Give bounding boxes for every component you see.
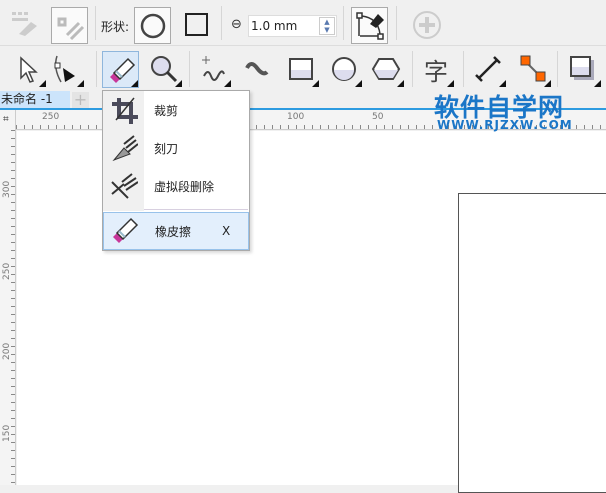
ruler-label: 100 <box>287 112 305 122</box>
thickness-spinner[interactable]: ▲ ▼ <box>319 17 335 35</box>
circle-shape-button[interactable] <box>134 7 171 44</box>
rectangle-tool-button[interactable] <box>283 51 319 87</box>
artistic-media-button[interactable] <box>240 51 276 87</box>
eraser-icon <box>104 217 145 245</box>
ellipse-tool-button[interactable] <box>326 51 362 87</box>
thickness-value: 1.0 mm <box>251 19 298 33</box>
dimension-tool-button[interactable] <box>470 51 506 87</box>
eraser-tool-button[interactable] <box>102 51 139 88</box>
reduce-nodes-button[interactable] <box>351 7 388 44</box>
vertical-ruler: 300 250 200 150 <box>0 110 16 485</box>
ruler-origin-icon[interactable]: ⌗ <box>3 114 9 125</box>
document-tab[interactable]: 未命名 -1 <box>0 91 70 108</box>
flyout-item-eraser[interactable]: 橡皮擦 X <box>103 212 249 250</box>
crop-tools-flyout: 裁剪 刻刀 虚拟段删除 橡皮擦 X <box>102 90 250 251</box>
disabled-tool-icon <box>6 5 42 41</box>
freehand-tool-button[interactable] <box>195 51 231 87</box>
ruler-label: 50 <box>372 112 384 122</box>
shortcut-key: X <box>222 224 231 238</box>
zoom-tool-button[interactable] <box>146 51 182 87</box>
auto-close-button[interactable] <box>51 7 88 44</box>
text-tool-button[interactable]: 字 <box>418 51 454 87</box>
pick-tool-button[interactable] <box>10 51 46 87</box>
shape-label: 形状: <box>101 20 130 34</box>
virtual-segment-delete-icon <box>103 172 144 200</box>
knife-icon <box>103 134 144 162</box>
polygon-tool-button[interactable] <box>368 51 404 87</box>
ruler-label: 250 <box>42 112 60 122</box>
watermark-url: WWW.RJZXW.COM <box>437 118 573 132</box>
toolbox: 字 <box>0 47 606 91</box>
thickness-input[interactable]: 1.0 mm ▲ ▼ <box>248 15 337 37</box>
crop-icon <box>103 96 144 124</box>
shape-tool-button[interactable] <box>48 51 84 87</box>
flyout-item-virtual-segment-delete[interactable]: 虚拟段删除 <box>103 167 249 205</box>
thickness-icon: ⊖ <box>231 17 242 32</box>
connector-tool-button[interactable] <box>515 51 551 87</box>
drop-shadow-tool-button[interactable] <box>565 51 601 87</box>
add-tab-button[interactable]: + <box>72 92 89 108</box>
flyout-item-knife[interactable]: 刻刀 <box>103 129 249 167</box>
add-icon[interactable] <box>409 7 445 43</box>
square-shape-button[interactable] <box>179 7 215 43</box>
property-bar: 形状: ⊖ 1.0 mm ▲ ▼ <box>0 0 606 46</box>
flyout-item-crop[interactable]: 裁剪 <box>103 91 249 129</box>
page-border <box>458 193 606 493</box>
